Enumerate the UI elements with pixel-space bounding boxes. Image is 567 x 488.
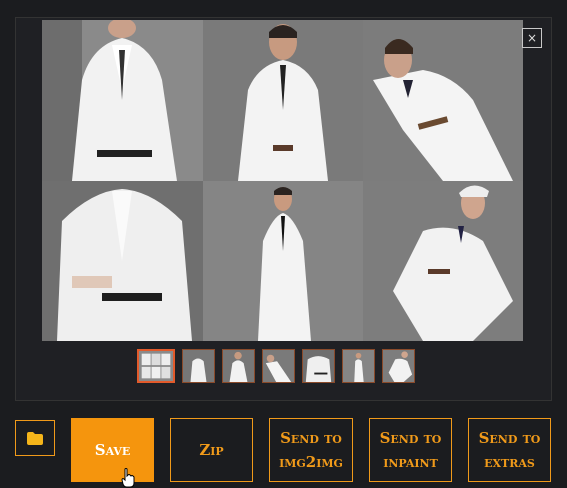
thumbnail-2[interactable] [182, 349, 215, 383]
thumbnail-6[interactable] [342, 349, 375, 383]
folder-icon [27, 431, 43, 445]
image-cell-4 [42, 181, 203, 341]
send-to-inpaint-button[interactable]: Send to inpaint [369, 418, 452, 482]
zip-button[interactable]: Zip [170, 418, 253, 482]
close-button[interactable]: × [522, 28, 542, 48]
thumbnail-5[interactable] [302, 349, 335, 383]
close-icon: × [526, 31, 538, 45]
send-to-extras-button[interactable]: Send to extras [468, 418, 551, 482]
hand-cursor-icon [121, 468, 135, 488]
image-cell-2 [203, 20, 363, 181]
save-button[interactable]: Save [71, 418, 154, 482]
image-cell-5 [203, 181, 363, 341]
thumbnail-7[interactable] [382, 349, 415, 383]
main-image-grid[interactable] [42, 20, 523, 341]
thumbnail-1[interactable] [137, 349, 175, 383]
thumbnail-3[interactable] [222, 349, 255, 383]
thumbnail-4[interactable] [262, 349, 295, 383]
image-cell-6 [363, 181, 523, 341]
send-to-img2img-button[interactable]: Send to img2img [269, 418, 353, 482]
image-cell-3 [363, 20, 523, 181]
thumbnail-strip [137, 349, 415, 385]
image-cell-1 [42, 20, 203, 181]
open-folder-button[interactable] [15, 420, 55, 456]
